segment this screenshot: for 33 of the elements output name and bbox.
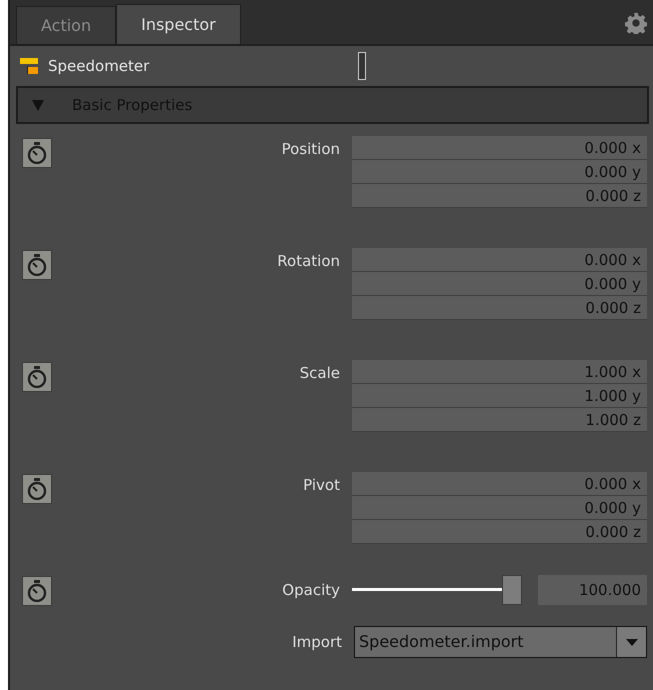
stopwatch-button[interactable]: [22, 576, 52, 606]
value-field[interactable]: 0.000 y: [352, 272, 647, 296]
value-field[interactable]: 0.000 z: [352, 296, 647, 320]
settings-icon[interactable]: [625, 12, 647, 34]
property-label: Opacity: [281, 580, 341, 601]
property-label: Scale: [298, 363, 341, 384]
import-dropdown[interactable]: Speedometer.import: [354, 626, 647, 658]
property-label: Pivot: [302, 475, 341, 496]
property-label: Import: [291, 632, 343, 653]
slider-thumb[interactable]: [502, 575, 522, 605]
value-field[interactable]: 1.000 x: [352, 360, 647, 384]
number-field[interactable]: 100.000: [538, 575, 647, 605]
value-field[interactable]: 0.000 z: [352, 184, 647, 208]
object-name: Speedometer: [48, 56, 150, 77]
value-field[interactable]: 1.000 z: [352, 408, 647, 432]
tab[interactable]: Inspector: [116, 4, 241, 44]
stopwatch-button[interactable]: [22, 138, 52, 168]
value-field[interactable]: 0.000 y: [352, 160, 647, 184]
value-field[interactable]: 0.000 y: [352, 496, 647, 520]
stopwatch-button[interactable]: [22, 474, 52, 504]
value-field[interactable]: 0.000 x: [352, 472, 647, 496]
caret-icon: [626, 638, 638, 646]
property-label: Rotation: [276, 251, 341, 272]
stopwatch-button[interactable]: [22, 250, 52, 280]
value-field[interactable]: 0.000 z: [352, 520, 647, 544]
value-field[interactable]: 0.000 x: [352, 248, 647, 272]
value-field[interactable]: 0.000 x: [352, 136, 647, 160]
splitter-handle[interactable]: [358, 52, 366, 80]
stopwatch-button[interactable]: [22, 362, 52, 392]
property-label: Position: [280, 139, 341, 160]
tab[interactable]: Action: [16, 6, 116, 44]
layer-icon: [20, 57, 40, 75]
value-field[interactable]: 1.000 y: [352, 384, 647, 408]
